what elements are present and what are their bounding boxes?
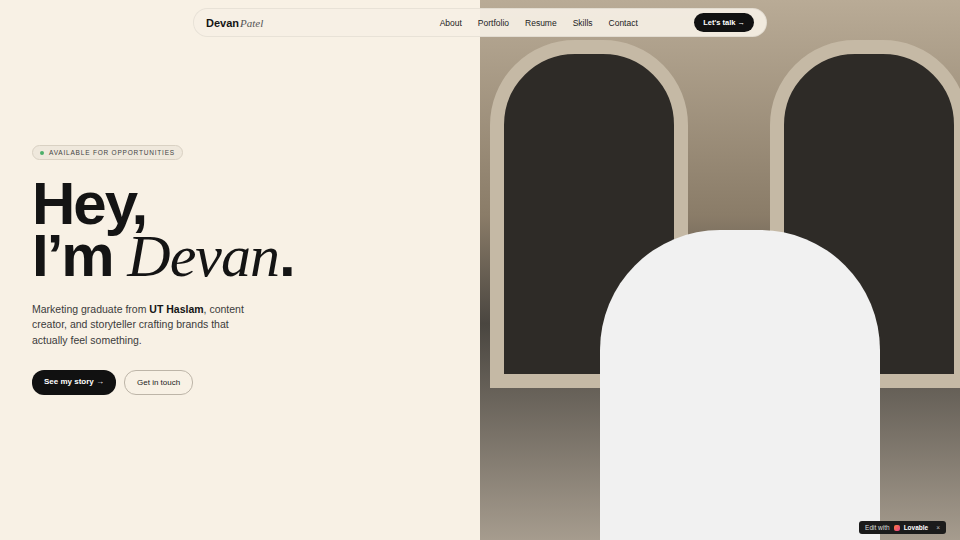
- portrait-photo: [480, 0, 960, 540]
- lets-talk-button[interactable]: Let's talk →: [694, 13, 754, 32]
- close-button[interactable]: ×: [936, 524, 940, 531]
- hero-buttons: See my story → Get in touch: [32, 370, 480, 395]
- nav-links: About Portfolio Resume Skills Contact: [440, 18, 638, 28]
- nav-bar: DevanPatel About Portfolio Resume Skills Cont…: [193, 8, 767, 37]
- nav-link[interactable]: Skills: [573, 18, 593, 28]
- person: [600, 230, 880, 540]
- hero-button[interactable]: See my story →: [32, 370, 116, 395]
- hero-heading: Hey,I’m Devan.: [32, 178, 480, 282]
- nav-link[interactable]: Resume: [525, 18, 557, 28]
- lovable-heart-icon: [894, 525, 900, 531]
- nav-link[interactable]: Contact: [609, 18, 638, 28]
- hero-text: AVAILABLE FOR OPPORTUNITIES Hey,I’m Devan…: [0, 0, 480, 540]
- availability-badge: AVAILABLE FOR OPPORTUNITIES: [32, 145, 183, 160]
- logo[interactable]: DevanPatel: [206, 17, 263, 29]
- lovable-badge[interactable]: Edit withLovable×: [859, 521, 946, 534]
- hero-button[interactable]: Get in touch: [124, 370, 193, 395]
- nav-link[interactable]: About: [440, 18, 462, 28]
- nav-link[interactable]: Portfolio: [478, 18, 509, 28]
- page: DevanPatel About Portfolio Resume Skills Cont…: [0, 0, 960, 540]
- intro-text: Marketing graduate from UT Haslam, conte…: [32, 302, 267, 348]
- status-dot-icon: [40, 151, 44, 155]
